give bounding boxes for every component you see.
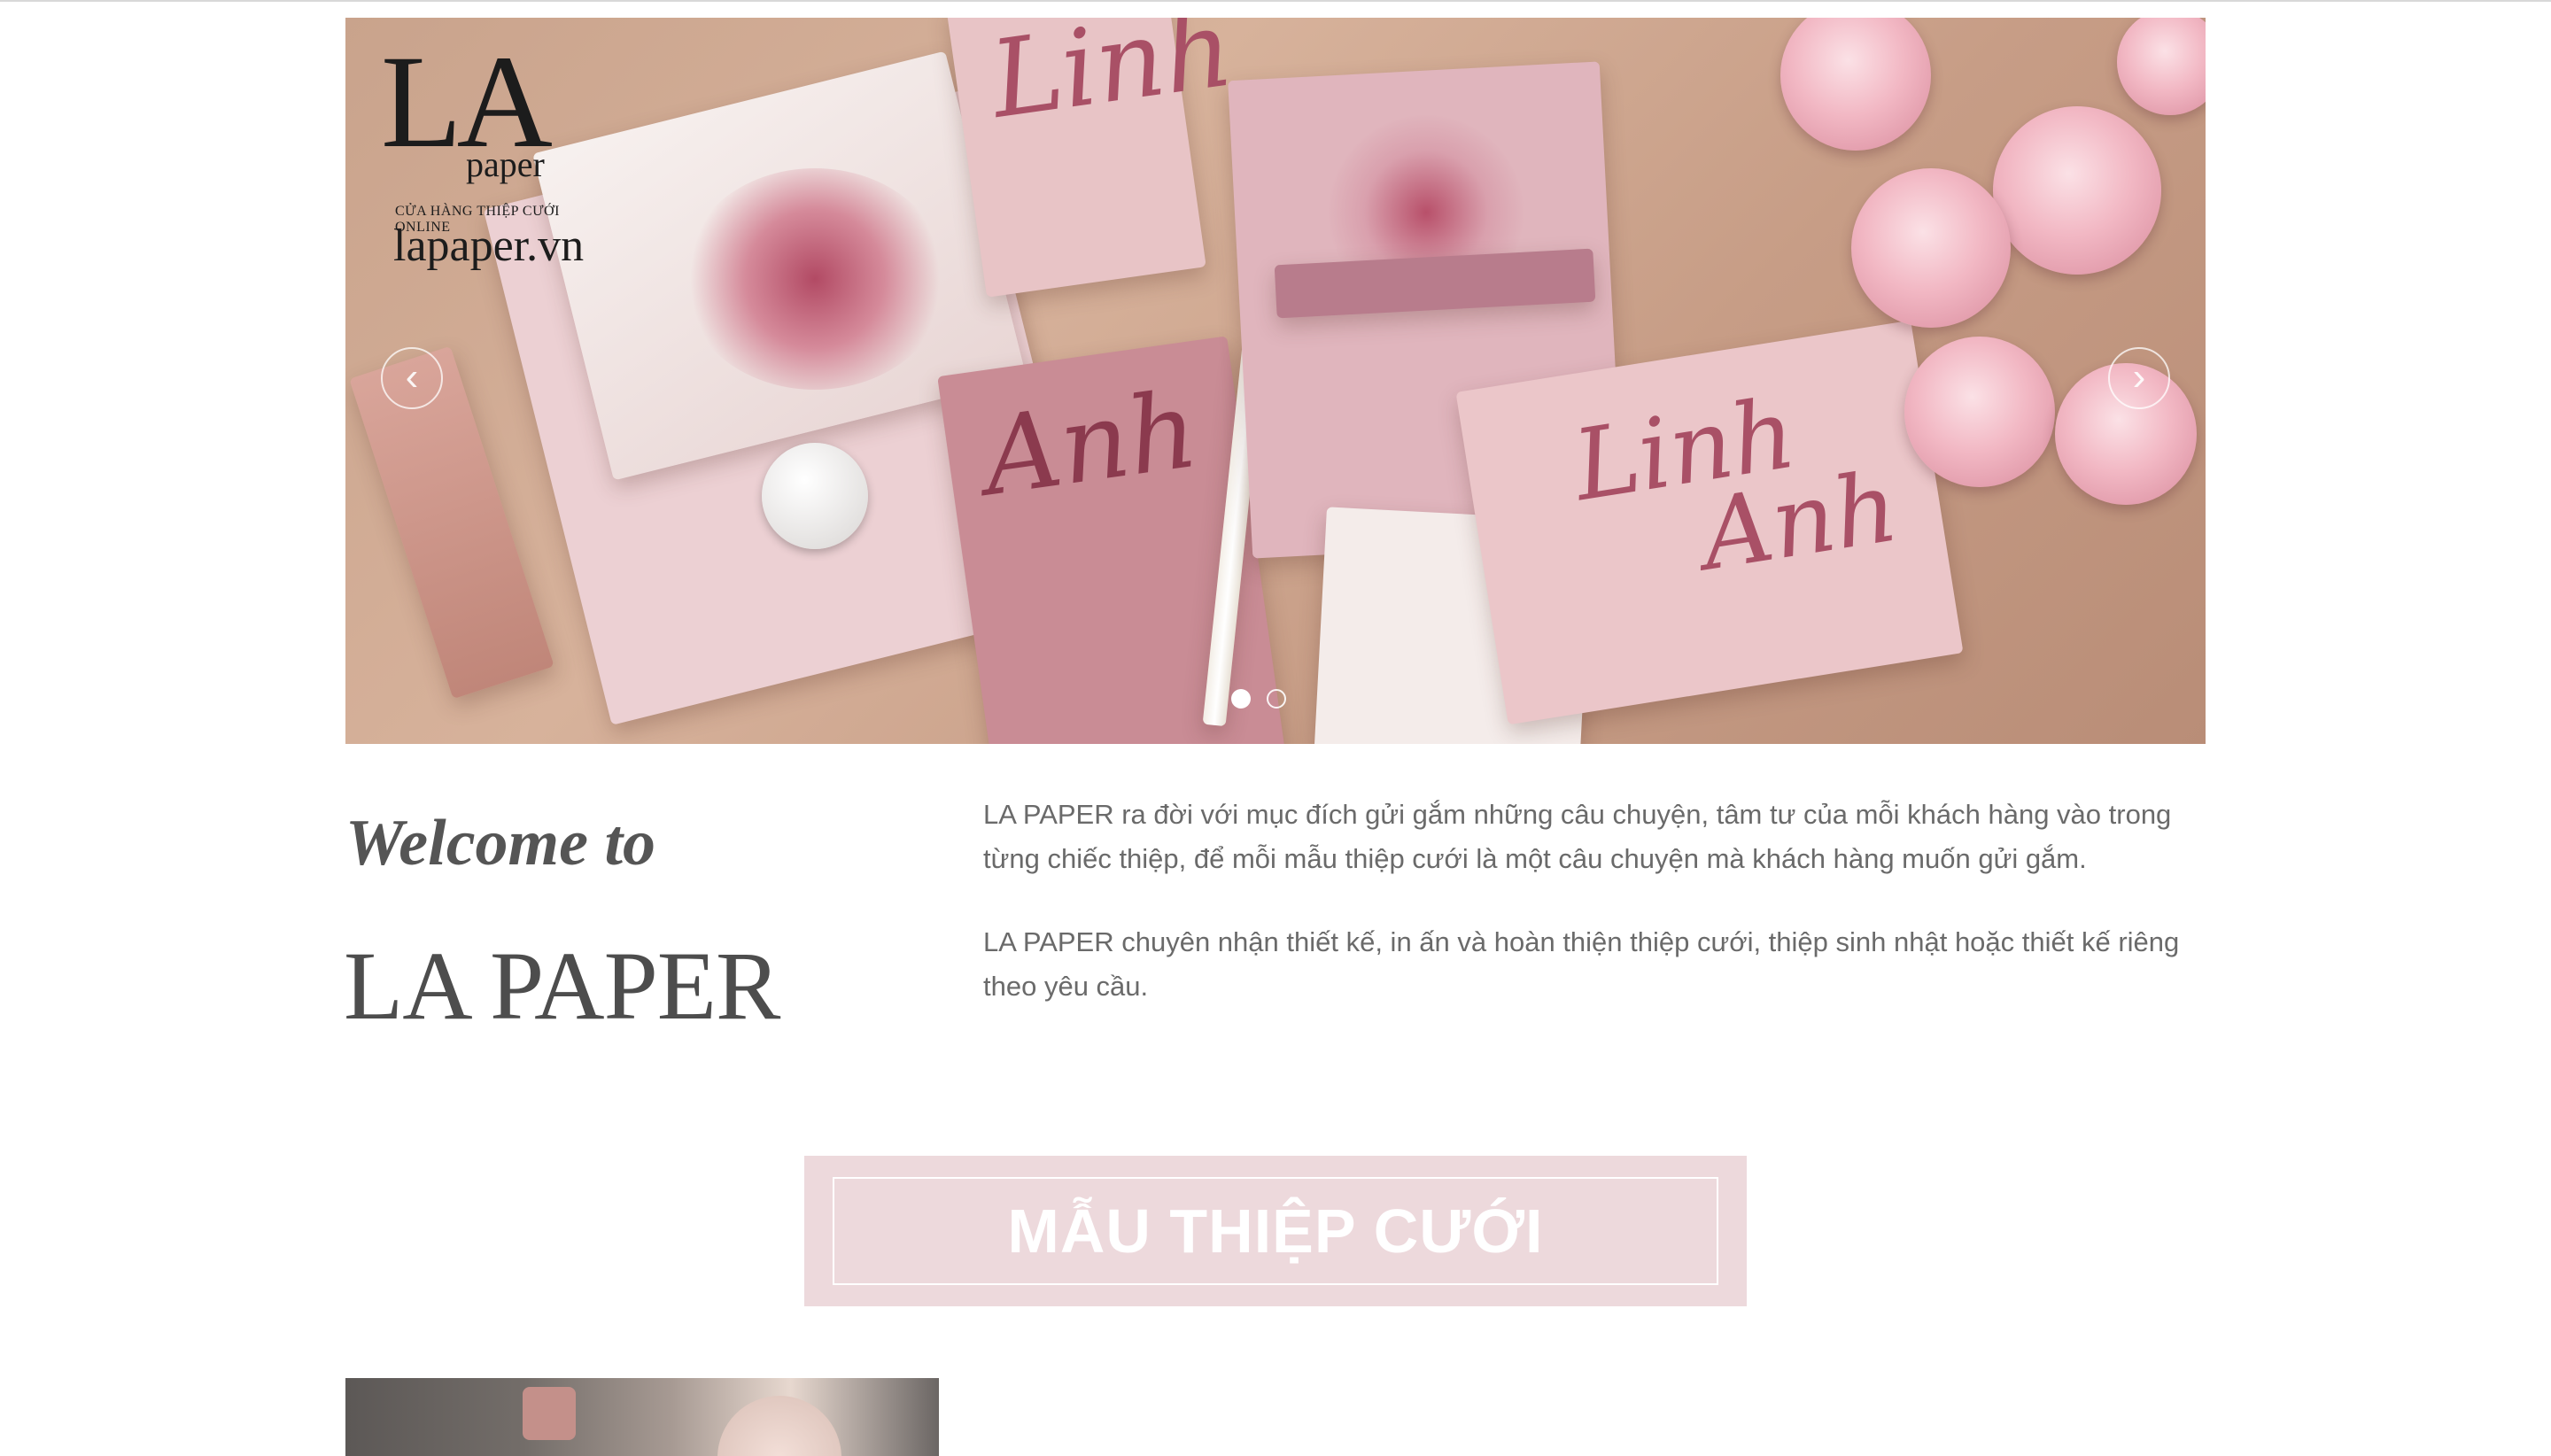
- rose-decoration: [1904, 337, 2055, 487]
- floral-bouquet: [682, 168, 948, 390]
- product-thumbnail[interactable]: [345, 1378, 939, 1456]
- wedding-cards-section-button[interactable]: MẪU THIỆP CƯỚI: [804, 1156, 1747, 1306]
- wax-seal: [762, 443, 868, 549]
- hero-slider[interactable]: Linh Anh Linh Anh LA paper CỬA HÀNG THIỆ…: [345, 18, 2206, 744]
- logo-word: paper: [466, 144, 545, 184]
- rose-decoration: [2117, 18, 2206, 115]
- welcome-heading: Welcome to: [345, 807, 656, 879]
- slider-dots: [1231, 689, 1286, 709]
- logo-site: lapaper.vn: [393, 221, 585, 271]
- card-name-script: Anh: [975, 368, 1206, 521]
- slider-prev-arrow-icon[interactable]: ‹: [381, 347, 443, 409]
- top-border: [0, 0, 2551, 2]
- intro-text: LA PAPER ra đời với mục đích gửi gắm nhữ…: [983, 793, 2223, 1048]
- lapaper-logo: LA paper CỬA HÀNG THIỆP CƯỚI ONLINE lapa…: [368, 35, 590, 271]
- ribbon-decoration: [349, 345, 554, 700]
- intro-paragraph: LA PAPER ra đời với mục đích gửi gắm nhữ…: [983, 799, 2172, 874]
- intro-paragraph: LA PAPER chuyên nhận thiết kế, in ấn và …: [983, 926, 2180, 1002]
- brand-title: LA PAPER: [344, 932, 780, 1040]
- stamp-decoration: [523, 1387, 576, 1440]
- invitation-card-wide: Linh Anh: [1455, 320, 1964, 725]
- section-button-label: MẪU THIỆP CƯỚI: [833, 1177, 1718, 1285]
- rose-decoration: [1993, 106, 2161, 275]
- invitation-card-tall: Linh: [946, 18, 1240, 298]
- card-name-script: Linh: [983, 18, 1240, 143]
- rose-decoration: [1851, 168, 2011, 328]
- rose-decoration: [1780, 18, 1931, 151]
- slider-dot-2[interactable]: [1267, 689, 1286, 709]
- slider-next-arrow-icon[interactable]: ›: [2108, 347, 2170, 409]
- slider-dot-1[interactable]: [1231, 689, 1251, 709]
- flower-decoration: [717, 1396, 841, 1456]
